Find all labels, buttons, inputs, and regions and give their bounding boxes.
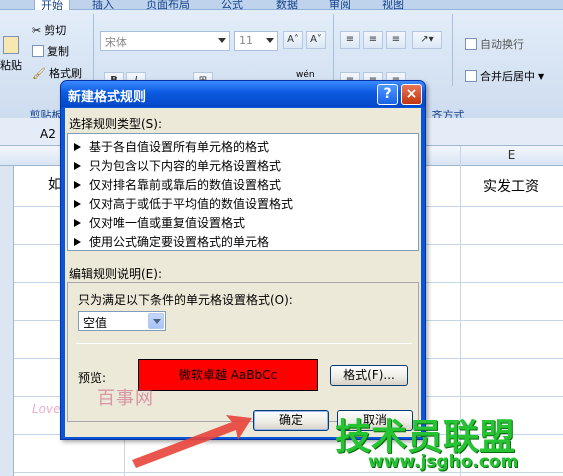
play-arrow-icon <box>74 181 81 189</box>
close-icon: × <box>405 86 418 102</box>
font-size-value: 11 <box>239 34 253 47</box>
chevron-down-icon <box>148 313 164 329</box>
wrap-text-button[interactable]: 自动换行 <box>465 36 524 52</box>
dialog-title: 新建格式规则 <box>68 90 147 105</box>
close-button[interactable]: × <box>401 84 422 105</box>
format-painter-button[interactable]: 🖌 格式刷 <box>32 65 82 81</box>
chevron-down-icon <box>218 38 226 43</box>
paste-label: 粘贴 <box>0 59 22 72</box>
list-item[interactable]: 仅对高于或低于平均值的数值设置格式 <box>74 195 293 213</box>
baidu-watermark: 百事网 <box>97 388 154 409</box>
play-arrow-icon <box>74 238 81 246</box>
font-name-value: 宋体 <box>105 36 127 49</box>
dialog-title-bar[interactable]: 新建格式规则 ? × <box>61 81 425 107</box>
rule-type-list[interactable]: 基于各自值设置所有单元格的格式 只为包含以下内容的单元格设置格式 仅对排名靠前或… <box>67 133 419 251</box>
ribbon-tab-bar: 开始 插入 页面布局 公式 数据 审阅 视图 <box>0 0 563 12</box>
grow-font-button[interactable]: A˄ <box>283 31 303 49</box>
font-size-combo[interactable]: 11 <box>234 31 278 51</box>
condition-value: 空值 <box>83 316 108 330</box>
play-arrow-icon <box>74 219 81 227</box>
play-arrow-icon <box>74 162 81 170</box>
play-arrow-icon <box>74 200 81 208</box>
copy-icon <box>32 45 44 57</box>
play-arrow-icon <box>74 143 81 151</box>
orientation-button[interactable]: ↗▾ <box>412 31 442 49</box>
list-item[interactable]: 基于各自值设置所有单元格的格式 <box>74 138 269 156</box>
chevron-down-icon <box>266 38 274 43</box>
list-item[interactable]: 仅对排名靠前或靠后的数值设置格式 <box>74 176 281 194</box>
chevron-down-icon: ▼ <box>538 71 545 81</box>
copy-button[interactable]: 复制 <box>32 43 69 59</box>
row-header-column <box>0 166 14 476</box>
ribbon-separator <box>452 14 453 86</box>
cut-label: 剪切 <box>44 24 67 37</box>
list-item[interactable]: 仅对唯一值或重复值设置格式 <box>74 214 245 232</box>
rule-type-text: 基于各自值设置所有单元格的格式 <box>89 140 270 154</box>
name-box[interactable]: A2 <box>40 127 56 141</box>
list-item[interactable]: 使用公式确定要设置格式的单元格 <box>74 233 269 251</box>
align-bottom-icon: ≡ <box>391 34 401 45</box>
rule-type-label: 选择规则类型(S): <box>69 117 163 131</box>
paste-button[interactable]: 粘贴 <box>0 36 22 86</box>
phonetic-label: wén <box>296 70 315 80</box>
grow-font-icon: A˄ <box>287 34 299 45</box>
merge-icon <box>465 70 477 82</box>
shrink-font-button[interactable]: A˅ <box>306 31 326 49</box>
rule-type-text: 使用公式确定要设置格式的单元格 <box>89 235 270 249</box>
scissors-icon: ✂ <box>32 23 42 37</box>
align-middle-icon: ≡ <box>368 34 378 45</box>
shrink-font-icon: A˅ <box>310 34 322 45</box>
help-button[interactable]: ? <box>377 84 398 105</box>
font-name-combo[interactable]: 宋体 <box>100 31 230 51</box>
cell-header-e[interactable]: 实发工资 <box>483 176 539 196</box>
phonetic-button[interactable]: wén <box>296 70 315 80</box>
gridline <box>0 472 563 473</box>
wrap-text-label: 自动换行 <box>480 38 524 51</box>
align-top-icon: ≡ <box>345 34 355 45</box>
tab-home[interactable]: 开始 <box>34 0 70 12</box>
site-url-watermark: www.jsgho.com <box>368 452 519 472</box>
help-icon: ? <box>383 86 392 102</box>
align-bottom-button[interactable]: ≡ <box>386 31 406 49</box>
orientation-icon: ↗▾ <box>420 34 434 45</box>
brush-icon: 🖌 <box>32 66 46 80</box>
format-button[interactable]: 格式(F)... <box>330 365 408 386</box>
rule-type-text: 只为包含以下内容的单元格设置格式 <box>89 159 282 173</box>
love-watermark: Love <box>32 402 61 416</box>
rule-type-text: 仅对高于或低于平均值的数值设置格式 <box>89 197 294 211</box>
merge-center-label: 合并后居中 <box>480 70 535 83</box>
column-header-e[interactable]: E <box>460 148 563 162</box>
merge-center-button[interactable]: 合并后居中 ▼ <box>465 68 544 84</box>
align-top-button[interactable]: ≡ <box>340 31 360 49</box>
paste-icon <box>3 36 19 54</box>
format-preview: 微软卓越 AaBbCc <box>138 359 318 391</box>
wrap-text-icon <box>465 38 477 50</box>
condition-label: 只为满足以下条件的单元格设置格式(O): <box>78 293 293 307</box>
format-painter-label: 格式刷 <box>48 67 82 80</box>
rule-type-text: 仅对排名靠前或靠后的数值设置格式 <box>89 178 282 192</box>
condition-select[interactable]: 空值 <box>78 311 166 331</box>
rule-type-text: 仅对唯一值或重复值设置格式 <box>89 216 246 230</box>
ok-button[interactable]: 确定 <box>253 410 329 431</box>
list-item[interactable]: 只为包含以下内容的单元格设置格式 <box>74 157 281 175</box>
cut-button[interactable]: ✂ 剪切 <box>32 22 66 38</box>
copy-label: 复制 <box>47 45 69 58</box>
edit-description-label: 编辑规则说明(E): <box>69 267 162 281</box>
panel-divider <box>76 343 412 344</box>
align-middle-button[interactable]: ≡ <box>363 31 383 49</box>
